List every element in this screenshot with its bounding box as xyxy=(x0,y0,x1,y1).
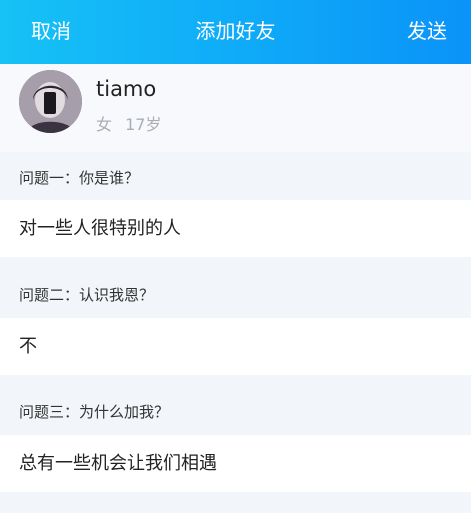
gender-age: 女 17岁 xyxy=(96,114,169,136)
send-button[interactable]: 发送 xyxy=(407,17,447,45)
profile-card: tiamo 女 17岁 xyxy=(0,64,471,152)
answer-3-field[interactable]: 总有一些机会让我们相遇 xyxy=(0,435,471,492)
page-title: 添加好友 xyxy=(195,19,276,43)
bottom-spacer xyxy=(0,492,471,513)
avatar-photo-icon xyxy=(19,70,82,133)
answer-1-text: 对一些人很特别的人 xyxy=(19,218,181,239)
age-label: 17岁 xyxy=(125,115,162,134)
answer-3-text: 总有一些机会让我们相遇 xyxy=(19,453,217,474)
question-1-label: 问题一：你是谁？ xyxy=(19,169,140,187)
avatar[interactable] xyxy=(19,70,82,133)
nickname: tiamo xyxy=(96,77,157,101)
cancel-button[interactable]: 取消 xyxy=(31,17,71,45)
gender-label: 女 xyxy=(96,115,113,134)
top-nav-bar: 取消 添加好友 发送 xyxy=(0,0,471,64)
question-3-label: 问题三：为什么加我？ xyxy=(19,403,170,421)
answer-2-field[interactable]: 不 xyxy=(0,318,471,375)
question-2-label: 问题二：认识我恩？ xyxy=(19,286,155,304)
answer-2-text: 不 xyxy=(19,336,37,357)
answer-1-field[interactable]: 对一些人很特别的人 xyxy=(0,200,471,257)
